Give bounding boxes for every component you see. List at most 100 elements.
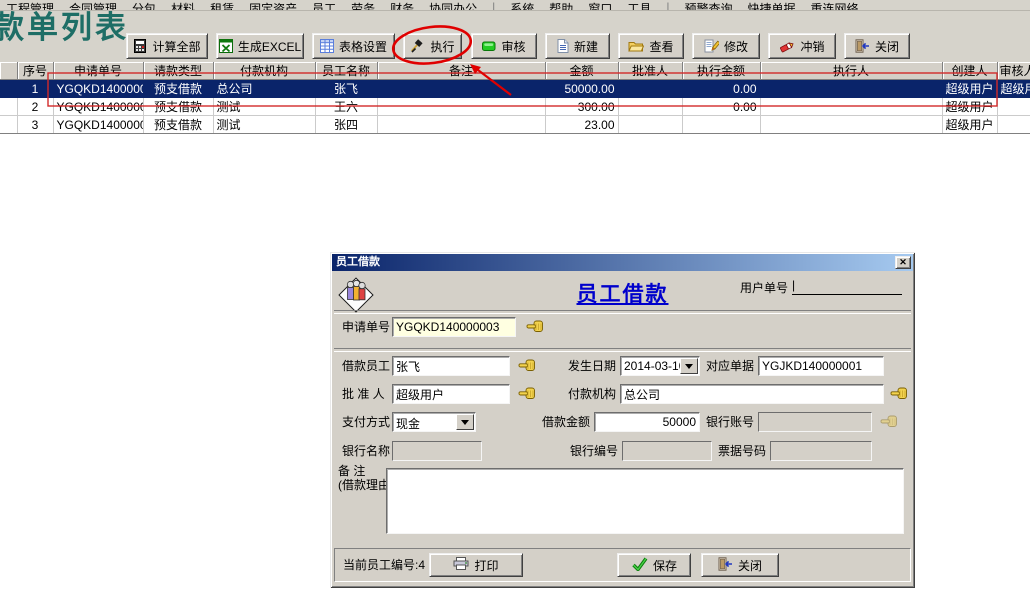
pay-method-combobox[interactable]: 现金 — [392, 412, 476, 432]
lookup-hand-icon[interactable] — [526, 320, 544, 334]
table-cell[interactable] — [0, 116, 17, 134]
dialog-close-icon[interactable]: ✕ — [895, 256, 911, 269]
table-cell[interactable]: 超级用户 — [942, 80, 997, 98]
loan-list-table[interactable]: 序号申请单号请款类型付款机构员工名称备注金额批准人执行金额执行人创建人审核人 1… — [0, 62, 1030, 134]
table-cell[interactable] — [760, 98, 942, 116]
table-cell[interactable]: YGQKD140000001 — [53, 116, 143, 134]
menu-item[interactable]: 窗口 — [588, 0, 612, 11]
table-cell[interactable] — [377, 80, 545, 98]
menu-item[interactable]: 材料 — [171, 0, 195, 11]
lookup-hand-icon[interactable] — [890, 387, 908, 401]
date-combobox[interactable]: 2014-03-10 — [620, 356, 700, 376]
remark-textarea[interactable] — [386, 468, 904, 534]
menu-item[interactable]: 预警查询 — [684, 0, 732, 11]
table-cell[interactable]: 1 — [17, 80, 53, 98]
table-cell[interactable] — [997, 98, 1030, 116]
menu-item[interactable]: 重连网络 — [811, 0, 859, 11]
table-cell[interactable]: 2 — [17, 98, 53, 116]
column-header[interactable]: 执行金额 — [682, 62, 760, 80]
column-header[interactable]: 执行人 — [760, 62, 942, 80]
print-button[interactable]: 打印 — [429, 553, 523, 577]
table-cell[interactable]: 张飞 — [315, 80, 377, 98]
save-button[interactable]: 保存 — [617, 553, 691, 577]
table-cell[interactable]: 50000.00 — [545, 80, 618, 98]
menu-item[interactable]: 工具 — [627, 0, 651, 11]
lookup-hand-icon[interactable] — [518, 387, 536, 401]
table-row[interactable]: 1YGQKD140000003预支借款总公司张飞 50000.00 0.00 超级用户… — [0, 80, 1030, 98]
table-cell[interactable]: YGQKD140000002 — [53, 98, 143, 116]
column-header[interactable]: 创建人 — [942, 62, 997, 80]
view-button[interactable]: 查看 — [618, 33, 684, 59]
column-header[interactable]: 备注 — [377, 62, 545, 80]
table-cell[interactable] — [760, 80, 942, 98]
table-cell[interactable]: 300.00 — [545, 98, 618, 116]
table-cell[interactable]: 总公司 — [213, 80, 315, 98]
table-row[interactable]: 3YGQKD140000001预支借款测试张四 23.00 超级用户 — [0, 116, 1030, 134]
table-cell[interactable] — [377, 98, 545, 116]
menu-item[interactable]: 系统 — [510, 0, 534, 11]
table-cell[interactable] — [682, 116, 760, 134]
execute-button[interactable]: 执行 — [403, 33, 462, 59]
ref-doc-field[interactable] — [758, 356, 884, 376]
menu-item[interactable]: 帮助 — [549, 0, 573, 11]
table-cell[interactable]: 23.00 — [545, 116, 618, 134]
dialog-close-button[interactable]: 关闭 — [701, 553, 779, 577]
borrower-field[interactable] — [392, 356, 510, 376]
table-cell[interactable]: 超级用户 — [942, 98, 997, 116]
column-header[interactable]: 付款机构 — [213, 62, 315, 80]
table-cell[interactable]: YGQKD140000003 — [53, 80, 143, 98]
close-button[interactable]: 关闭 — [844, 33, 910, 59]
menu-item[interactable]: 协同办公 — [429, 0, 477, 11]
calc-all-button[interactable]: 计算全部 — [126, 33, 208, 59]
new-button[interactable]: 新建 — [545, 33, 610, 59]
table-cell[interactable]: 测试 — [213, 98, 315, 116]
chevron-down-icon[interactable] — [456, 414, 474, 430]
menu-item[interactable]: 固定资产 — [249, 0, 297, 11]
table-cell[interactable] — [618, 80, 682, 98]
menu-item[interactable]: 员工 — [312, 0, 336, 11]
table-cell[interactable] — [0, 98, 17, 116]
audit-button[interactable]: 审核 — [471, 33, 537, 59]
apply-no-field[interactable] — [392, 317, 516, 337]
menu-item[interactable]: 劳务 — [351, 0, 375, 11]
table-cell[interactable]: 超级用户 — [997, 80, 1030, 98]
table-cell[interactable]: 预支借款 — [143, 98, 213, 116]
table-cell[interactable]: 0.00 — [682, 80, 760, 98]
column-header[interactable]: 员工名称 — [315, 62, 377, 80]
export-excel-button[interactable]: 生成EXCEL — [216, 33, 304, 59]
dialog-titlebar[interactable]: 员工借款 ✕ — [332, 254, 913, 271]
table-cell[interactable] — [0, 80, 17, 98]
menu-item[interactable]: 财务 — [390, 0, 414, 11]
column-header[interactable]: 申请单号 — [53, 62, 143, 80]
column-header[interactable]: 金额 — [545, 62, 618, 80]
column-header[interactable]: 请款类型 — [143, 62, 213, 80]
column-header[interactable]: 序号 — [17, 62, 53, 80]
table-cell[interactable]: 测试 — [213, 116, 315, 134]
table-cell[interactable] — [760, 116, 942, 134]
user-no-input[interactable]: | — [792, 278, 902, 295]
modify-button[interactable]: 修改 — [692, 33, 760, 59]
menu-item[interactable]: 分包 — [132, 0, 156, 11]
table-settings-button[interactable]: 表格设置 — [312, 33, 395, 59]
amount-field[interactable] — [594, 412, 700, 432]
table-cell[interactable]: 3 — [17, 116, 53, 134]
table-cell[interactable]: 预支借款 — [143, 80, 213, 98]
column-header[interactable]: 审核人 — [997, 62, 1030, 80]
table-cell[interactable] — [377, 116, 545, 134]
table-cell[interactable] — [618, 116, 682, 134]
menu-item[interactable]: 租赁 — [210, 0, 234, 11]
column-header[interactable]: 批准人 — [618, 62, 682, 80]
pay-org-field[interactable] — [620, 384, 884, 404]
table-cell[interactable]: 超级用户 — [942, 116, 997, 134]
table-cell[interactable]: 0.00 — [682, 98, 760, 116]
lookup-hand-icon[interactable] — [518, 359, 536, 373]
table-cell[interactable]: 预支借款 — [143, 116, 213, 134]
table-row[interactable]: 2YGQKD140000002预支借款测试王六 300.00 0.00 超级用户 — [0, 98, 1030, 116]
table-cell[interactable]: 王六 — [315, 98, 377, 116]
table-cell[interactable] — [618, 98, 682, 116]
menu-item[interactable]: 快捷单据 — [747, 0, 795, 11]
table-cell[interactable]: 张四 — [315, 116, 377, 134]
chevron-down-icon[interactable] — [680, 358, 698, 374]
writeoff-button[interactable]: 冲销 — [768, 33, 836, 59]
approver-field[interactable] — [392, 384, 510, 404]
